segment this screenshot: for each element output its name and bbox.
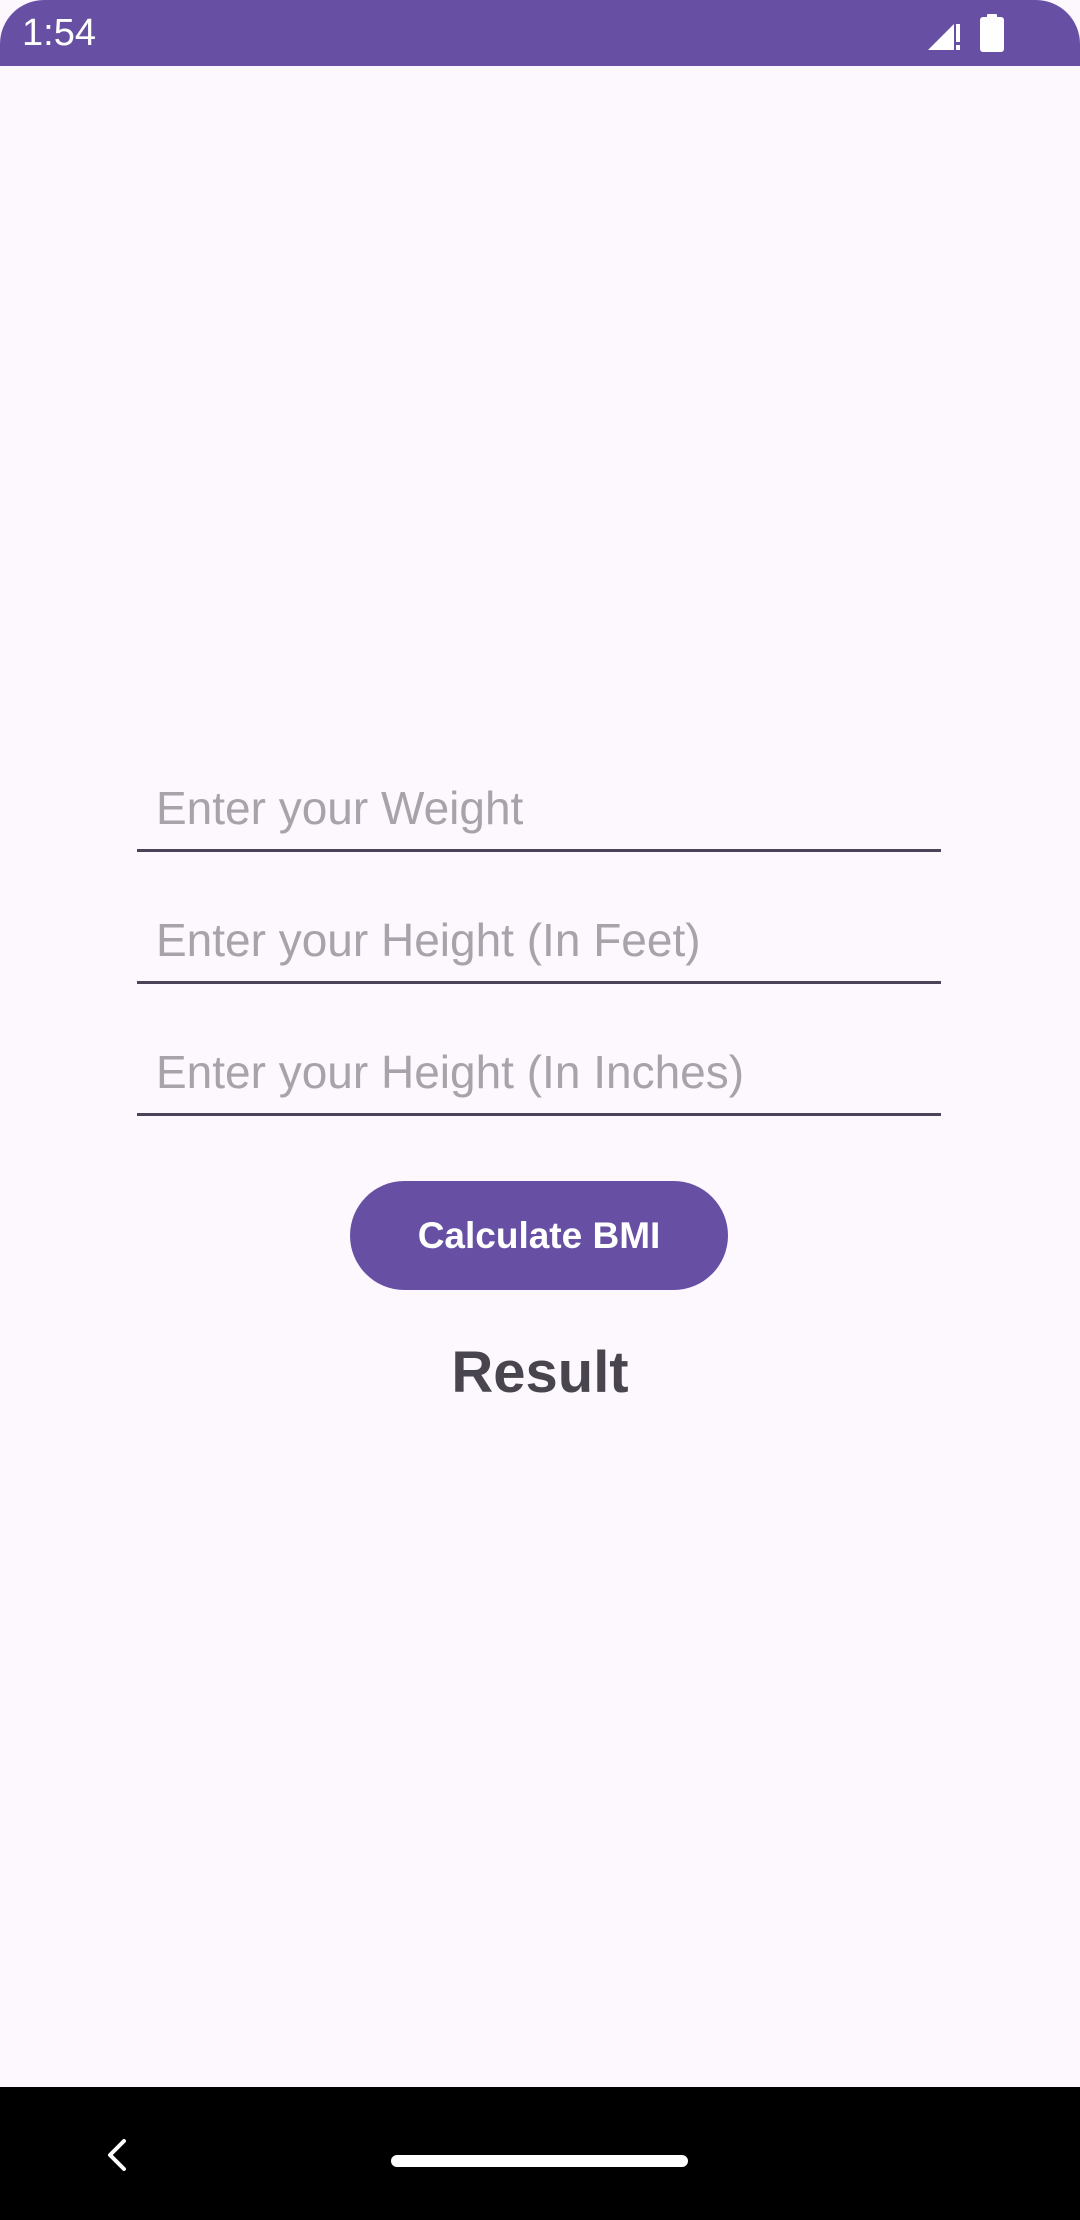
height-inches-input[interactable] <box>137 1036 941 1113</box>
height-inches-field[interactable] <box>137 1036 941 1116</box>
height-feet-field[interactable] <box>137 904 941 984</box>
result-text: Result <box>451 1340 629 1405</box>
signal-icon <box>928 24 960 50</box>
status-time: 1:54 <box>22 12 96 54</box>
calculate-bmi-button[interactable]: Calculate BMI <box>350 1181 728 1290</box>
home-handle[interactable] <box>391 2155 688 2167</box>
weight-input[interactable] <box>137 772 941 849</box>
navigation-bar <box>0 2087 1080 2220</box>
status-bar: 1:54 <box>0 0 1080 66</box>
battery-icon <box>980 14 1004 52</box>
height-feet-input[interactable] <box>137 904 941 981</box>
bmi-calculator-screen: 1:54 Calculate BMI Result <box>0 0 1080 2220</box>
weight-field[interactable] <box>137 772 941 852</box>
back-icon[interactable] <box>96 2133 140 2177</box>
